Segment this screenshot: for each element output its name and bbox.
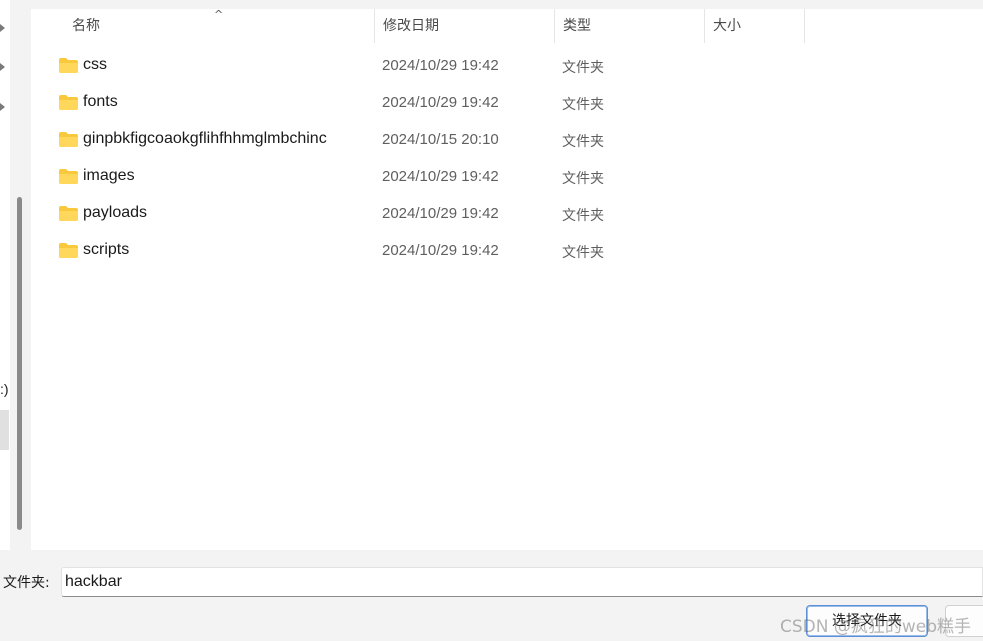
expand-arrow-icon[interactable]	[0, 63, 5, 71]
file-row-fonts[interactable]: fonts 2024/10/29 19:42 文件夹	[31, 85, 983, 122]
folder-field-label: 文件夹:	[3, 575, 50, 591]
file-name: images	[83, 167, 135, 184]
file-name: fonts	[83, 93, 118, 110]
expand-arrow-icon[interactable]	[0, 103, 5, 111]
file-rows: css 2024/10/29 19:42 文件夹 fonts 2024/10/2…	[31, 48, 983, 270]
file-row-scripts[interactable]: scripts 2024/10/29 19:42 文件夹	[31, 233, 983, 270]
folder-icon	[59, 169, 78, 184]
folder-icon	[59, 95, 78, 110]
folder-icon	[59, 132, 78, 147]
navigation-pane-strip	[0, 0, 10, 550]
file-type: 文件夹	[562, 245, 604, 261]
top-strip	[31, 0, 983, 9]
folder-name-input[interactable]	[61, 567, 983, 597]
file-date: 2024/10/29 19:42	[382, 168, 499, 185]
expand-arrow-icon[interactable]	[0, 24, 5, 32]
file-type: 文件夹	[562, 171, 604, 187]
file-date: 2024/10/29 19:42	[382, 57, 499, 74]
file-date: 2024/10/29 19:42	[382, 242, 499, 259]
file-row-css[interactable]: css 2024/10/29 19:42 文件夹	[31, 48, 983, 85]
nav-scrollbar[interactable]	[17, 197, 22, 530]
navigation-pane: :)	[0, 0, 30, 550]
file-name: payloads	[83, 204, 148, 221]
folder-icon	[59, 58, 78, 73]
file-row-ginpbkfigcoaokgflihfhhmglmbchinc[interactable]: ginpbkfigcoaokgflihfhhmglmbchinc 2024/10…	[31, 122, 983, 159]
select-folder-button[interactable]: 选择文件夹	[806, 605, 928, 637]
column-header-name[interactable]: 名称	[32, 9, 375, 43]
cancel-button[interactable]	[945, 605, 983, 637]
file-type: 文件夹	[562, 208, 604, 224]
column-header-type[interactable]: 类型	[555, 9, 705, 43]
file-name: scripts	[83, 241, 130, 258]
file-type: 文件夹	[562, 134, 604, 150]
file-row-images[interactable]: images 2024/10/29 19:42 文件夹	[31, 159, 983, 196]
folder-icon	[59, 206, 78, 221]
file-date: 2024/10/15 20:10	[382, 131, 499, 148]
file-name: ginpbkfigcoaokgflihfhhmglmbchinc	[83, 130, 327, 147]
folder-icon	[59, 243, 78, 258]
file-type: 文件夹	[562, 60, 604, 76]
file-date: 2024/10/29 19:42	[382, 205, 499, 222]
nav-drive-label[interactable]: :)	[0, 381, 9, 397]
column-header-size[interactable]: 大小	[705, 9, 805, 43]
file-row-payloads[interactable]: payloads 2024/10/29 19:42 文件夹	[31, 196, 983, 233]
file-name: css	[83, 56, 107, 73]
file-type: 文件夹	[562, 97, 604, 113]
file-date: 2024/10/29 19:42	[382, 94, 499, 111]
column-header-date-modified[interactable]: 修改日期	[375, 9, 555, 43]
nav-selected-item[interactable]	[0, 410, 9, 450]
